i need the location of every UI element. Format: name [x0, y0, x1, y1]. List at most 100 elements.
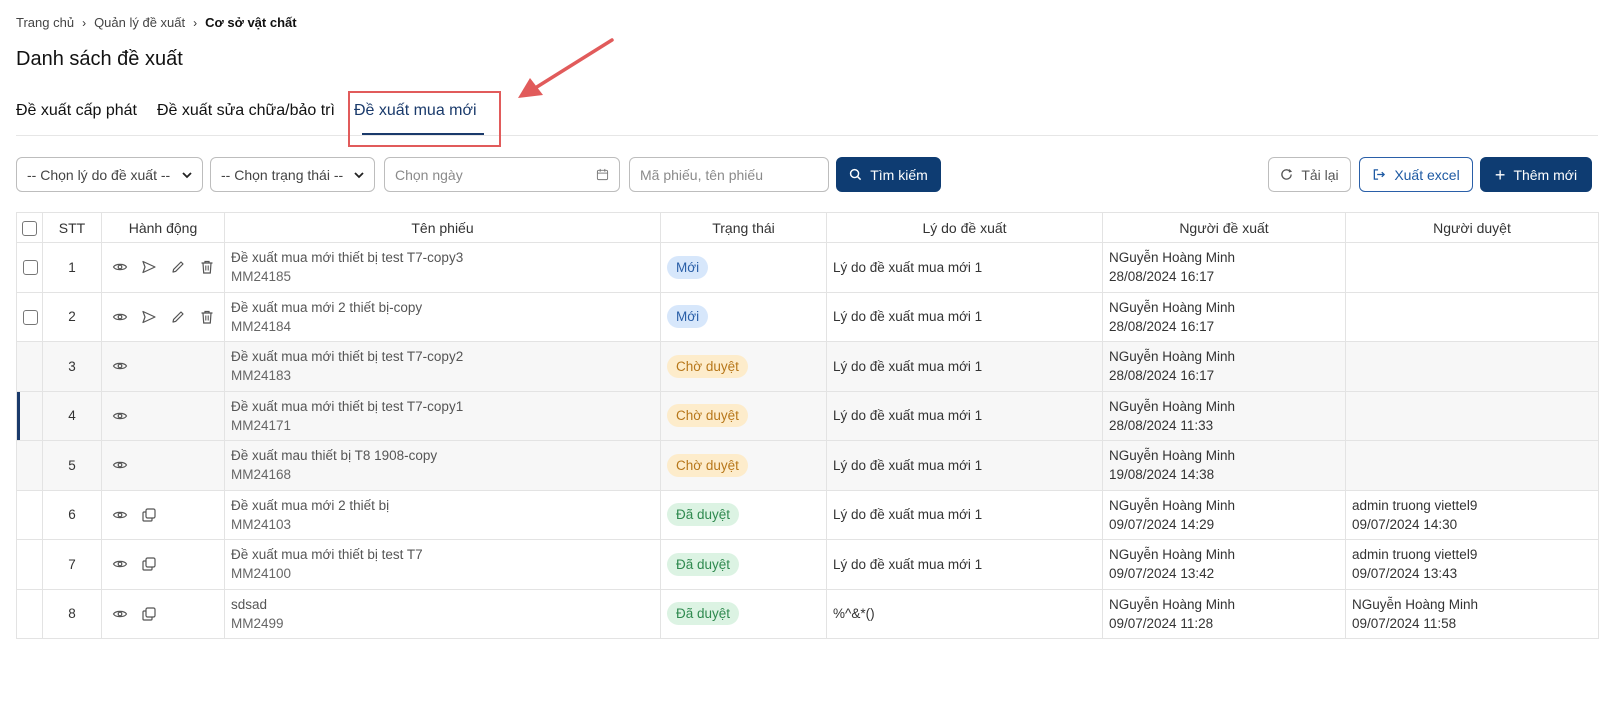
proposal-code: MM24100	[231, 566, 292, 582]
reason-select[interactable]: -- Chọn lý do đề xuất --	[16, 157, 203, 192]
row-checkbox[interactable]	[23, 309, 38, 325]
row-select-cell	[16, 539, 43, 590]
status-select[interactable]: -- Chọn trạng thái --	[210, 157, 375, 192]
row-name-cell[interactable]: Đề xuất mau thiết bị T8 1908-copy MM24168	[224, 440, 661, 491]
column-header-approver[interactable]: Người duyệt	[1345, 212, 1599, 243]
table-row[interactable]: 2 Đề xuất mua mới 2 thiết bị-copy MM24184 M…	[16, 291, 1599, 342]
tab-repair-maintenance[interactable]: Đề xuất sửa chữa/bảo trì	[157, 102, 335, 120]
proposer-name: NGuyễn Hoàng Minh	[1109, 596, 1236, 612]
row-approver-cell	[1345, 390, 1599, 441]
row-status-cell: Mới	[660, 291, 827, 342]
table-header-row: STT Hành động Tên phiếu Trạng thái Lý do…	[16, 212, 1599, 243]
row-approver-cell	[1345, 440, 1599, 491]
proposal-table: STT Hành động Tên phiếu Trạng thái Lý do…	[16, 212, 1599, 639]
proposal-reason: Lý do đề xuất mua mới 1	[826, 242, 1103, 293]
status-badge: Chờ duyệt	[667, 404, 748, 428]
search-button[interactable]: Tìm kiếm	[836, 157, 941, 192]
reason-select-value: -- Chọn lý do đề xuất --	[27, 166, 171, 183]
export-excel-button-label: Xuất excel	[1394, 166, 1460, 183]
row-select-cell	[16, 390, 43, 441]
column-header-name[interactable]: Tên phiếu	[224, 212, 661, 243]
edit-icon[interactable]	[170, 309, 186, 325]
row-approver-cell: admin truong viettel9 09/07/2024 14:30	[1345, 489, 1599, 540]
proposed-time: 09/07/2024 14:29	[1109, 516, 1215, 532]
proposal-name[interactable]: Đề xuất mua mới 2 thiết bị-copy	[231, 298, 654, 317]
view-icon[interactable]	[112, 358, 128, 374]
table-row[interactable]: 1 Đề xuất mua mới thiết bị test T7-copy3 M…	[16, 242, 1599, 293]
search-input[interactable]: Mã phiếu, tên phiếu	[629, 157, 829, 192]
select-all-checkbox[interactable]	[22, 220, 37, 236]
row-proposer-cell: NGuyễn Hoàng Minh 28/08/2024 11:33	[1102, 390, 1346, 441]
row-name-cell[interactable]: Đề xuất mua mới 2 thiết bị-copy MM24184	[224, 291, 661, 342]
send-icon[interactable]	[141, 309, 157, 325]
date-picker[interactable]: Chọn ngày	[384, 157, 620, 192]
send-icon[interactable]	[141, 259, 157, 275]
chevron-right-icon: ›	[82, 15, 87, 30]
breadcrumb-parent[interactable]: Quản lý đề xuất	[94, 15, 185, 30]
row-name-cell[interactable]: Đề xuất mua mới thiết bị test T7-copy3 MM…	[224, 242, 661, 293]
delete-icon[interactable]	[199, 309, 215, 325]
row-proposer-cell: NGuyễn Hoàng Minh 19/08/2024 14:38	[1102, 440, 1346, 491]
copy-icon[interactable]	[141, 507, 157, 523]
proposal-name[interactable]: sdsad	[231, 595, 654, 614]
row-status-cell: Mới	[660, 242, 827, 293]
proposal-name[interactable]: Đề xuất mua mới thiết bị test T7-copy1	[231, 397, 654, 416]
breadcrumb-current: Cơ sở vật chất	[205, 15, 297, 30]
proposal-reason: Lý do đề xuất mua mới 1	[826, 390, 1103, 441]
copy-icon[interactable]	[141, 556, 157, 572]
column-header-status[interactable]: Trạng thái	[660, 212, 827, 243]
row-index: 5	[42, 440, 102, 491]
column-header-reason[interactable]: Lý do đề xuất	[826, 212, 1103, 243]
row-proposer-cell: NGuyễn Hoàng Minh 09/07/2024 11:28	[1102, 588, 1346, 639]
table-row[interactable]: 3 Đề xuất mua mới thiết bị test T7-copy2 M…	[16, 341, 1599, 392]
proposal-code: MM2499	[231, 615, 284, 631]
approver-name: admin truong viettel9	[1352, 497, 1478, 513]
calendar-icon[interactable]	[596, 168, 609, 181]
row-index: 4	[42, 390, 102, 441]
proposal-name[interactable]: Đề xuất mua mới 2 thiết bị	[231, 496, 654, 515]
row-name-cell[interactable]: sdsad MM2499	[224, 588, 661, 639]
plus-icon: +	[1494, 164, 1506, 185]
copy-icon[interactable]	[141, 606, 157, 622]
row-index: 7	[42, 539, 102, 590]
row-name-cell[interactable]: Đề xuất mua mới thiết bị test T7 MM24100	[224, 539, 661, 590]
delete-icon[interactable]	[199, 259, 215, 275]
view-icon[interactable]	[112, 457, 128, 473]
row-actions	[101, 291, 225, 342]
view-icon[interactable]	[112, 507, 128, 523]
reload-button[interactable]: Tải lại	[1268, 157, 1351, 192]
row-actions	[101, 588, 225, 639]
row-checkbox[interactable]	[23, 260, 38, 276]
view-icon[interactable]	[112, 408, 128, 424]
status-badge: Chờ duyệt	[667, 453, 748, 477]
breadcrumb: Trang chủ › Quản lý đề xuất › Cơ sở vật …	[16, 15, 297, 30]
proposal-name[interactable]: Đề xuất mua mới thiết bị test T7-copy2	[231, 347, 654, 366]
table-row[interactable]: 4 Đề xuất mua mới thiết bị test T7-copy1 M…	[16, 390, 1599, 441]
tab-allocation[interactable]: Đề xuất cấp phát	[16, 102, 137, 120]
view-icon[interactable]	[112, 259, 128, 275]
table-row[interactable]: 7 Đề xuất mua mới thiết bị test T7 MM24100…	[16, 539, 1599, 590]
approver-name: admin truong viettel9	[1352, 547, 1478, 563]
table-row[interactable]: 5 Đề xuất mau thiết bị T8 1908-copy MM2416…	[16, 440, 1599, 491]
row-name-cell[interactable]: Đề xuất mua mới 2 thiết bị MM24103	[224, 489, 661, 540]
column-header-stt[interactable]: STT	[42, 212, 102, 243]
edit-icon[interactable]	[170, 259, 186, 275]
row-index: 8	[42, 588, 102, 639]
breadcrumb-home[interactable]: Trang chủ	[16, 15, 74, 30]
view-icon[interactable]	[112, 606, 128, 622]
row-name-cell[interactable]: Đề xuất mua mới thiết bị test T7-copy2 MM…	[224, 341, 661, 392]
proposal-name[interactable]: Đề xuất mua mới thiết bị test T7-copy3	[231, 248, 654, 267]
view-icon[interactable]	[112, 556, 128, 572]
add-new-button[interactable]: + Thêm mới	[1480, 157, 1592, 192]
column-header-proposer[interactable]: Người đề xuất	[1102, 212, 1346, 243]
table-row[interactable]: 6 Đề xuất mua mới 2 thiết bị MM24103 Đã duy…	[16, 489, 1599, 540]
proposal-name[interactable]: Đề xuất mau thiết bị T8 1908-copy	[231, 446, 654, 465]
table-row[interactable]: 8 sdsad MM2499 Đã duyệt %^&*() NGuyễn Hoàng M…	[16, 588, 1599, 639]
row-actions	[101, 440, 225, 491]
row-name-cell[interactable]: Đề xuất mua mới thiết bị test T7-copy1 MM…	[224, 390, 661, 441]
view-icon[interactable]	[112, 309, 128, 325]
export-excel-button[interactable]: Xuất excel	[1359, 157, 1473, 192]
proposer-name: NGuyễn Hoàng Minh	[1109, 448, 1236, 464]
row-select-cell	[16, 242, 43, 293]
proposal-name[interactable]: Đề xuất mua mới thiết bị test T7	[231, 545, 654, 564]
